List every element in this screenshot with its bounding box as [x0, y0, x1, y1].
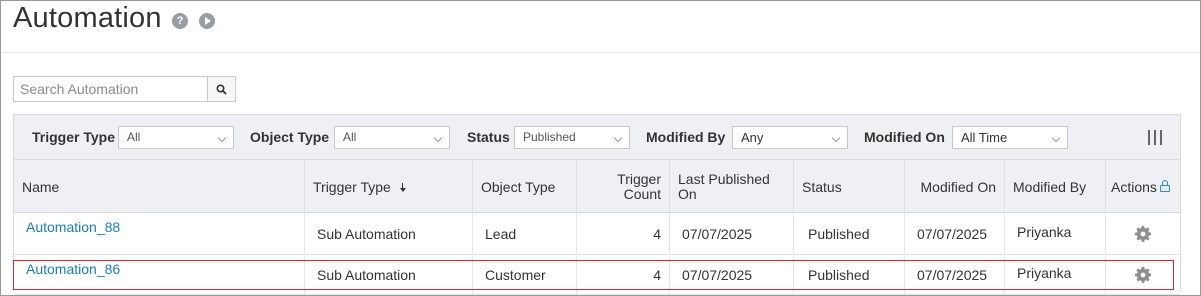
search-icon: [216, 83, 227, 95]
col-header-last-published-on[interactable]: Last Published On: [669, 160, 793, 213]
automation-name-link[interactable]: Automation_88: [26, 219, 120, 235]
filter-label-modified-by: Modified By: [646, 129, 726, 145]
cell-object-type: Customer: [485, 267, 546, 283]
chevron-down-icon: [433, 133, 443, 143]
filter-label-status: Status: [467, 129, 510, 145]
automation-name-link[interactable]: Automation_86: [26, 261, 120, 277]
col-header-trigger-count[interactable]: Trigger Count: [576, 160, 669, 213]
cell-status: Published: [808, 226, 870, 242]
filter-label-object-type: Object Type: [250, 129, 330, 145]
filter-select-status[interactable]: Published: [514, 126, 630, 149]
cell-trigger-count: 4: [653, 267, 661, 283]
col-header-last-published-label: Last Published On: [678, 170, 770, 202]
col-header-status[interactable]: Status: [793, 160, 904, 213]
filter-value-modified-on: All Time: [961, 130, 1008, 145]
filter-value-modified-by: Any: [741, 130, 764, 145]
cell-trigger-type: Sub Automation: [317, 226, 416, 242]
chevron-down-icon: [831, 133, 841, 143]
cell-modified-on: 07/07/2025: [917, 267, 988, 283]
col-header-actions: Actions: [1105, 160, 1180, 213]
col-header-object-type[interactable]: Object Type: [472, 160, 576, 213]
cell-trigger-count: 4: [653, 226, 661, 242]
cell-object-type: Lead: [485, 226, 517, 242]
filter-select-modified-on[interactable]: All Time: [952, 126, 1068, 149]
table-row: Automation_88 Sub Automation Lead 4 07/0…: [14, 214, 1180, 255]
filter-select-object-type[interactable]: All: [334, 126, 450, 149]
header-divider: [1, 52, 1200, 53]
filter-value-object-type: All: [343, 130, 357, 144]
filter-select-trigger-type[interactable]: All: [118, 126, 234, 149]
col-header-object-type-label: Object Type: [481, 178, 556, 195]
search-input[interactable]: [13, 76, 207, 102]
col-header-trigger-type[interactable]: Trigger Type: [304, 160, 472, 213]
filter-value-status: Published: [523, 130, 576, 144]
search-box: [13, 76, 236, 102]
filter-bar: Trigger Type All Object Type All Status …: [14, 115, 1180, 160]
col-header-actions-label: Actions: [1111, 178, 1157, 195]
col-header-modified-on-label: Modified On: [920, 178, 996, 195]
col-header-modified-by-label: Modified By: [1013, 178, 1087, 195]
automation-panel: Trigger Type All Object Type All Status …: [13, 114, 1181, 295]
col-header-name[interactable]: Name: [14, 160, 304, 213]
chevron-down-icon: [1051, 133, 1061, 143]
help-icon-glyph: ?: [176, 15, 184, 27]
col-header-trigger-type-label: Trigger Type: [313, 178, 391, 195]
cell-modified-on: 07/07/2025: [917, 226, 988, 242]
cell-modified-by: Priyanka: [1017, 265, 1072, 281]
col-header-modified-by[interactable]: Modified By: [1004, 160, 1105, 213]
table-row: Automation_86 Sub Automation Customer 4 …: [14, 256, 1180, 295]
cell-trigger-type: Sub Automation: [317, 267, 416, 283]
search-button[interactable]: [207, 76, 236, 102]
play-icon[interactable]: [199, 13, 215, 29]
filter-value-trigger-type: All: [127, 130, 141, 144]
col-header-status-label: Status: [802, 178, 842, 195]
sort-desc-icon: [399, 182, 406, 193]
chevron-down-icon: [217, 133, 227, 143]
chevron-down-icon: [613, 133, 623, 143]
filter-select-modified-by[interactable]: Any: [732, 126, 848, 149]
col-header-name-label: Name: [22, 178, 60, 195]
cell-last-published-on: 07/07/2025: [682, 226, 753, 242]
cell-status: Published: [808, 267, 870, 283]
col-header-modified-on[interactable]: Modified On: [904, 160, 1004, 213]
lock-icon[interactable]: [1159, 179, 1170, 192]
columns-icon[interactable]: [1148, 130, 1162, 145]
cell-last-published-on: 07/07/2025: [682, 267, 753, 283]
filter-label-modified-on: Modified On: [864, 129, 945, 145]
page-title: Automation: [13, 2, 162, 34]
help-icon[interactable]: ?: [172, 13, 188, 29]
gear-icon[interactable]: [1134, 225, 1152, 243]
col-header-trigger-count-label: Trigger Count: [617, 170, 661, 202]
filter-label-trigger-type: Trigger Type: [32, 129, 115, 145]
cell-modified-by: Priyanka: [1017, 224, 1072, 240]
table-header: Name Trigger Type Object Type Trigger Co…: [14, 160, 1180, 213]
gear-icon[interactable]: [1134, 266, 1152, 284]
